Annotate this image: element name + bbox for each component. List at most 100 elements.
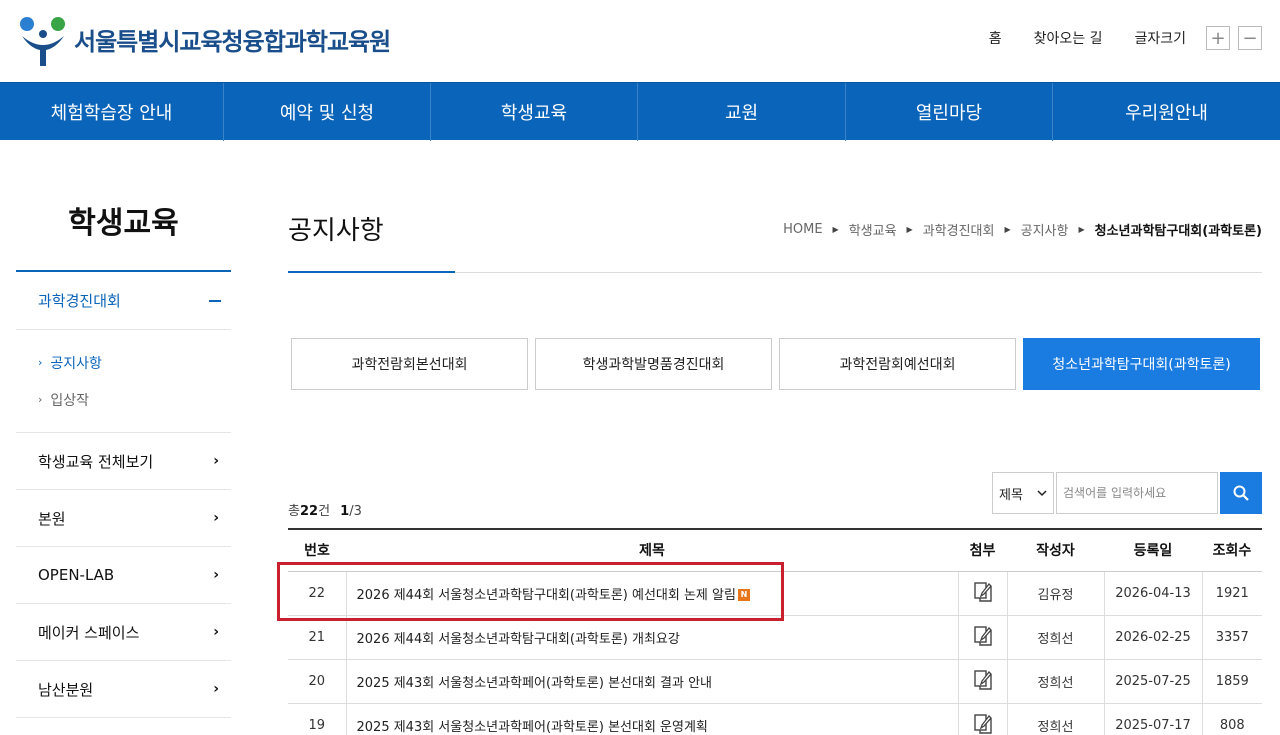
row-title-link[interactable]: 2025 제43회 서울청소년과학페어(과학토론) 본선대회 결과 안내 bbox=[357, 676, 713, 691]
tab-science-exhibition-final[interactable]: 과학전람회본선대회 bbox=[291, 338, 528, 390]
breadcrumb-home[interactable]: HOME bbox=[783, 222, 822, 237]
sidebar-item-label: 본원 bbox=[38, 509, 66, 528]
sidebar-sub-item-label: 공지사항 bbox=[50, 355, 102, 372]
nav-item-reservation[interactable]: 예약 및 신청 bbox=[224, 83, 431, 141]
row-number: 20 bbox=[288, 659, 346, 704]
total-pages: /3 bbox=[349, 504, 362, 519]
breadcrumb-separator-icon: ▶ bbox=[906, 225, 913, 234]
nav-item-teacher[interactable]: 교원 bbox=[638, 83, 846, 141]
column-header-title: 제목 bbox=[346, 529, 958, 572]
row-title[interactable]: 2025 제43회 서울청소년과학페어(과학토론) 본선대회 결과 안내 bbox=[345, 659, 958, 704]
font-increase-button[interactable]: + bbox=[1206, 26, 1230, 50]
tab-science-exhibition-prelim[interactable]: 과학전람회예선대회 bbox=[779, 338, 1016, 390]
chevron-right-icon: › bbox=[38, 356, 43, 369]
row-views: 808 bbox=[1201, 703, 1262, 735]
breadcrumb-item[interactable]: 공지사항 bbox=[1021, 220, 1069, 239]
column-header-views: 조회수 bbox=[1202, 529, 1262, 572]
row-author: 김유정 bbox=[1006, 571, 1104, 616]
site-header: 서울특별시교육청융합과학교육원 홈 찾아오는 길 글자크기 + − bbox=[0, 0, 1280, 82]
breadcrumb-separator-icon: ▶ bbox=[832, 225, 839, 234]
font-decrease-button[interactable]: − bbox=[1238, 26, 1262, 50]
row-views: 1859 bbox=[1201, 659, 1262, 704]
column-header-author: 작성자 bbox=[1007, 529, 1104, 572]
search-input[interactable] bbox=[1056, 472, 1218, 514]
tab-invention-contest[interactable]: 학생과학발명품경진대회 bbox=[535, 338, 772, 390]
sidebar-sub-item-notice[interactable]: › 공지사항 bbox=[38, 344, 231, 381]
row-title[interactable]: 2026 제44회 서울청소년과학탐구대회(과학토론) 예선대회 논제 알림 N bbox=[345, 571, 958, 616]
table-row[interactable]: 21 2026 제44회 서울청소년과학탐구대회(과학토론) 개최요강 정희선 … bbox=[288, 615, 1262, 660]
sidebar-item-open-lab[interactable]: OPEN-LAB › bbox=[16, 547, 231, 604]
row-title-link[interactable]: 2025 제43회 서울청소년과학페어(과학토론) 본선대회 운영계획 bbox=[357, 720, 708, 735]
directions-link[interactable]: 찾아오는 길 bbox=[1034, 28, 1103, 48]
site-logo[interactable]: 서울특별시교육청융합과학교육원 bbox=[16, 10, 391, 68]
title-underline bbox=[288, 271, 455, 273]
sidebar-group-science-contest[interactable]: 과학경진대회 bbox=[16, 272, 231, 330]
column-header-number: 번호 bbox=[288, 529, 346, 572]
sidebar-sub-item-label: 입상작 bbox=[50, 392, 90, 409]
row-attachment[interactable] bbox=[957, 571, 1007, 616]
sidebar-submenu: › 공지사항 › 입상작 bbox=[16, 330, 231, 433]
row-attachment[interactable] bbox=[957, 615, 1007, 660]
tab-youth-science-debate[interactable]: 청소년과학탐구대회(과학토론) bbox=[1023, 338, 1260, 390]
sidebar-sub-item-winners[interactable]: › 입상작 bbox=[38, 381, 231, 418]
sidebar-item-all-education[interactable]: 학생교육 전체보기 › bbox=[16, 433, 231, 490]
row-number: 19 bbox=[288, 703, 346, 735]
row-date: 2025-07-25 bbox=[1103, 659, 1202, 704]
notice-table: 번호 제목 첨부 작성자 등록일 조회수 22 2026 제44회 서울청소년과… bbox=[288, 528, 1262, 735]
table-row[interactable]: 19 2025 제43회 서울청소년과학페어(과학토론) 본선대회 운영계획 정… bbox=[288, 703, 1262, 735]
post-count: 총22건 1/3 bbox=[288, 500, 362, 519]
row-title-link[interactable]: 2026 제44회 서울청소년과학탐구대회(과학토론) 개최요강 bbox=[357, 632, 680, 647]
page-header: 공지사항 HOME ▶ 학생교육 ▶ 과학경진대회 ▶ 공지사항 ▶ 청소년과학… bbox=[288, 140, 1262, 273]
nav-item-open-forum[interactable]: 열린마당 bbox=[846, 83, 1053, 141]
search-bar: 제목 bbox=[992, 472, 1262, 514]
table-row[interactable]: 22 2026 제44회 서울청소년과학탐구대회(과학토론) 예선대회 논제 알… bbox=[288, 571, 1262, 616]
count-prefix: 총 bbox=[288, 504, 300, 519]
row-views: 1921 bbox=[1201, 571, 1262, 616]
page-title: 공지사항 bbox=[288, 216, 384, 246]
row-title[interactable]: 2026 제44회 서울청소년과학탐구대회(과학토론) 개최요강 bbox=[345, 615, 958, 660]
row-title-link[interactable]: 2026 제44회 서울청소년과학탐구대회(과학토론) 예선대회 논제 알림 bbox=[357, 588, 736, 603]
sidebar-item-namsan-branch[interactable]: 남산분원 › bbox=[16, 661, 231, 718]
row-date: 2026-04-13 bbox=[1103, 571, 1202, 616]
nav-item-student-education[interactable]: 학생교육 bbox=[431, 83, 638, 141]
breadcrumb-item[interactable]: 학생교육 bbox=[849, 220, 897, 239]
sidebar-title: 학생교육 bbox=[16, 140, 231, 272]
home-link[interactable]: 홈 bbox=[989, 28, 1002, 48]
attachment-icon bbox=[973, 714, 992, 734]
current-page: 1 bbox=[340, 504, 350, 519]
row-number: 22 bbox=[288, 571, 346, 616]
count-suffix: 건 bbox=[318, 504, 331, 519]
row-number: 21 bbox=[288, 615, 346, 660]
chevron-right-icon: › bbox=[213, 567, 219, 583]
chevron-right-icon: › bbox=[213, 510, 219, 526]
row-date: 2026-02-25 bbox=[1103, 615, 1202, 660]
search-select-value: 제목 bbox=[999, 487, 1023, 503]
table-row[interactable]: 20 2025 제43회 서울청소년과학페어(과학토론) 본선대회 결과 안내 … bbox=[288, 659, 1262, 704]
search-button[interactable] bbox=[1220, 472, 1262, 514]
row-attachment[interactable] bbox=[957, 703, 1007, 735]
breadcrumb-separator-icon: ▶ bbox=[1004, 225, 1011, 234]
row-views: 3357 bbox=[1201, 615, 1262, 660]
sidebar-item-main-campus[interactable]: 본원 › bbox=[16, 490, 231, 547]
nav-item-about[interactable]: 우리원안내 bbox=[1053, 83, 1280, 141]
table-header-row: 번호 제목 첨부 작성자 등록일 조회수 bbox=[288, 529, 1262, 572]
logo-icon bbox=[20, 17, 65, 66]
sidebar-item-maker-space[interactable]: 메이커 스페이스 › bbox=[16, 604, 231, 661]
sidebar: 학생교육 과학경진대회 › 공지사항 › 입상작 학생교육 전체보기 › 본원 … bbox=[16, 140, 231, 718]
search-field-select[interactable]: 제목 bbox=[992, 472, 1054, 514]
nav-item-experience[interactable]: 체험학습장 안내 bbox=[0, 83, 224, 141]
contest-tabs: 과학전람회본선대회 학생과학발명품경진대회 과학전람회예선대회 청소년과학탐구대… bbox=[291, 338, 1260, 390]
column-header-date: 등록일 bbox=[1104, 529, 1202, 572]
site-title: 서울특별시교육청융합과학교육원 bbox=[74, 27, 391, 56]
new-badge: N bbox=[737, 589, 750, 601]
breadcrumb-item[interactable]: 과학경진대회 bbox=[923, 220, 995, 239]
row-title[interactable]: 2025 제43회 서울청소년과학페어(과학토론) 본선대회 운영계획 bbox=[345, 703, 958, 735]
attachment-icon bbox=[973, 670, 992, 690]
breadcrumb-separator-icon: ▶ bbox=[1078, 225, 1085, 234]
font-size-label: 글자크기 bbox=[1134, 31, 1186, 47]
row-attachment[interactable] bbox=[957, 659, 1007, 704]
chevron-down-icon bbox=[1037, 489, 1047, 496]
sidebar-item-label: OPEN-LAB bbox=[38, 566, 115, 584]
row-date: 2025-07-17 bbox=[1103, 703, 1202, 735]
breadcrumb: HOME ▶ 학생교육 ▶ 과학경진대회 ▶ 공지사항 ▶ 청소년과학탐구대회(… bbox=[783, 220, 1262, 239]
